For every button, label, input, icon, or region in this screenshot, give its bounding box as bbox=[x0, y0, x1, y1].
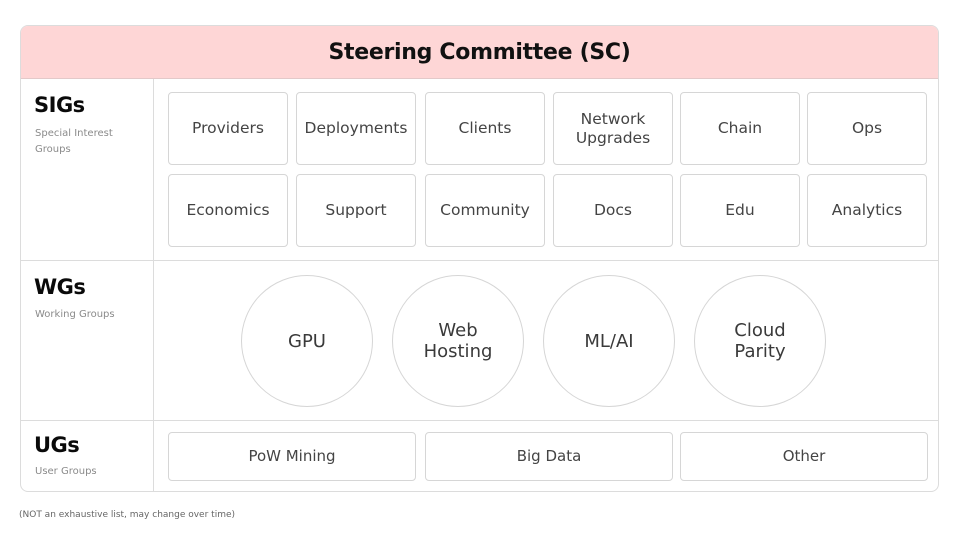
wg-web-hosting[interactable]: Web Hosting bbox=[392, 275, 524, 407]
wg-gpu[interactable]: GPU bbox=[241, 275, 373, 407]
wgs-row: WGs Working Groups GPU Web Hosting ML/AI… bbox=[21, 261, 938, 421]
sig-ops[interactable]: Ops bbox=[807, 92, 927, 165]
wg-cloud-parity[interactable]: Cloud Parity bbox=[694, 275, 826, 407]
sig-docs[interactable]: Docs bbox=[553, 174, 673, 247]
steering-committee-header: Steering Committee (SC) bbox=[21, 26, 938, 79]
steering-committee-title: Steering Committee (SC) bbox=[328, 39, 631, 65]
wgs-subtitle: Working Groups bbox=[35, 309, 115, 320]
sig-clients[interactable]: Clients bbox=[425, 92, 545, 165]
ugs-subtitle: User Groups bbox=[35, 466, 97, 477]
sig-economics[interactable]: Economics bbox=[168, 174, 288, 247]
sigs-title: SIGs bbox=[34, 93, 85, 117]
wgs-title: WGs bbox=[34, 275, 86, 299]
ug-other[interactable]: Other bbox=[680, 432, 928, 481]
governance-diagram: Steering Committee (SC) SIGs Special Int… bbox=[20, 25, 939, 492]
sig-chain[interactable]: Chain bbox=[680, 92, 800, 165]
sig-edu[interactable]: Edu bbox=[680, 174, 800, 247]
sig-support[interactable]: Support bbox=[296, 174, 416, 247]
ugs-label-cell: UGs User Groups bbox=[21, 421, 154, 491]
footnote: (NOT an exhaustive list, may change over… bbox=[19, 510, 236, 520]
sig-network-upgrades[interactable]: Network Upgrades bbox=[553, 92, 673, 165]
sig-community[interactable]: Community bbox=[425, 174, 545, 247]
sig-providers[interactable]: Providers bbox=[168, 92, 288, 165]
sigs-label-cell: SIGs Special Interest Groups bbox=[21, 79, 154, 260]
ugs-title: UGs bbox=[34, 433, 80, 457]
sigs-subtitle: Special Interest Groups bbox=[35, 128, 113, 155]
sig-analytics[interactable]: Analytics bbox=[807, 174, 927, 247]
sigs-row: SIGs Special Interest Groups Providers D… bbox=[21, 79, 938, 261]
sig-deployments[interactable]: Deployments bbox=[296, 92, 416, 165]
wgs-label-cell: WGs Working Groups bbox=[21, 261, 154, 420]
ug-big-data[interactable]: Big Data bbox=[425, 432, 673, 481]
wg-ml-ai[interactable]: ML/AI bbox=[543, 275, 675, 407]
ug-pow-mining[interactable]: PoW Mining bbox=[168, 432, 416, 481]
ugs-row: UGs User Groups PoW Mining Big Data Othe… bbox=[21, 421, 938, 491]
